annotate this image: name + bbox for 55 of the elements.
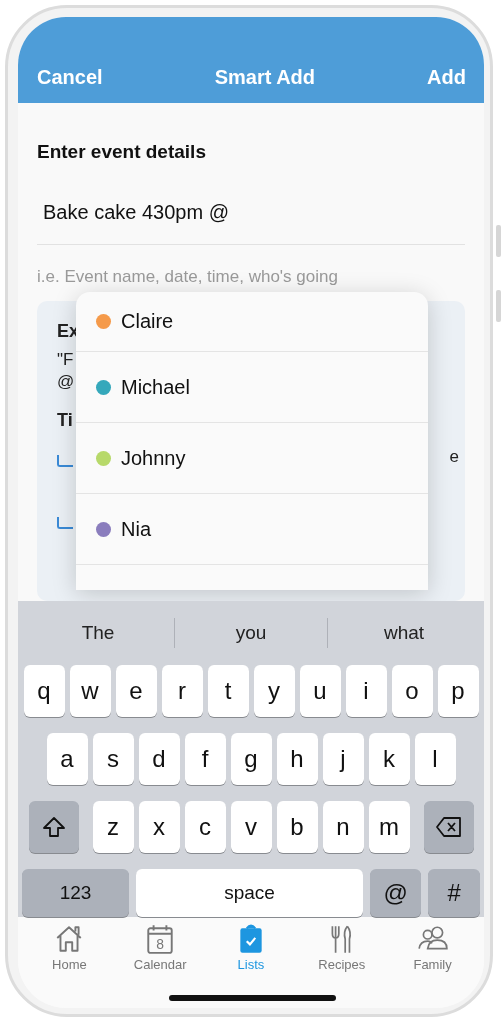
- example-text: "F: [57, 350, 74, 371]
- section-heading: Enter event details: [37, 141, 207, 164]
- letter-key[interactable]: m: [368, 801, 410, 854]
- letter-key[interactable]: k: [368, 733, 410, 786]
- card-subtitle: Ti: [57, 410, 73, 432]
- letter-key[interactable]: j: [322, 733, 364, 786]
- letter-key[interactable]: f: [184, 733, 226, 786]
- letter-key[interactable]: i: [345, 665, 387, 718]
- shift-key[interactable]: [28, 801, 79, 854]
- letter-key[interactable]: v: [230, 801, 272, 854]
- letter-key[interactable]: u: [299, 665, 341, 718]
- bracket-icon: [57, 517, 73, 530]
- letter-key[interactable]: y: [253, 665, 295, 718]
- letter-key[interactable]: e: [115, 665, 157, 718]
- screen-title: Smart Add: [214, 66, 316, 90]
- example-text: @: [57, 372, 75, 393]
- tab-item[interactable]: Home: [29, 923, 110, 978]
- letter-key[interactable]: l: [414, 733, 456, 786]
- shift-icon: [41, 816, 66, 839]
- tab-item[interactable]: Recipes: [301, 923, 382, 978]
- word-suggestion[interactable]: you: [175, 622, 327, 645]
- letter-key[interactable]: q: [23, 665, 65, 718]
- delete-icon: [434, 816, 463, 839]
- letter-key[interactable]: x: [138, 801, 180, 854]
- letter-key[interactable]: n: [322, 801, 364, 854]
- tip-text: e: [449, 447, 459, 468]
- person-option[interactable]: Johnny: [76, 423, 428, 495]
- input-hint: i.e. Event name, date, time, who's going: [37, 267, 339, 288]
- person-option[interactable]: Claire: [76, 292, 428, 353]
- at-key[interactable]: @: [369, 869, 422, 918]
- word-suggestion[interactable]: what: [328, 622, 480, 645]
- letter-key[interactable]: g: [230, 733, 272, 786]
- letter-key[interactable]: t: [207, 665, 249, 718]
- letter-key[interactable]: h: [276, 733, 318, 786]
- letter-key[interactable]: z: [92, 801, 134, 854]
- letter-key[interactable]: o: [391, 665, 433, 718]
- event-input-field[interactable]: Bake cake 430pm @: [37, 193, 465, 246]
- letter-key[interactable]: d: [138, 733, 180, 786]
- letter-key[interactable]: c: [184, 801, 226, 854]
- letter-key[interactable]: b: [276, 801, 318, 854]
- tab-item[interactable]: Family: [392, 923, 473, 978]
- person-option[interactable]: Nia: [76, 494, 428, 566]
- numbers-key[interactable]: 123: [22, 869, 129, 918]
- letter-key[interactable]: w: [69, 665, 111, 718]
- tab-item[interactable]: 8 Calendar: [120, 923, 201, 978]
- delete-key[interactable]: [423, 801, 474, 854]
- bracket-icon: [57, 455, 73, 468]
- letter-key[interactable]: a: [46, 733, 88, 786]
- letter-key[interactable]: p: [437, 665, 479, 718]
- person-option[interactable]: Michael: [76, 352, 428, 424]
- hash-key[interactable]: #: [428, 869, 480, 918]
- letter-key[interactable]: s: [92, 733, 134, 786]
- letter-key[interactable]: r: [161, 665, 203, 718]
- space-key[interactable]: space: [136, 869, 363, 918]
- word-suggestion[interactable]: The: [22, 622, 174, 645]
